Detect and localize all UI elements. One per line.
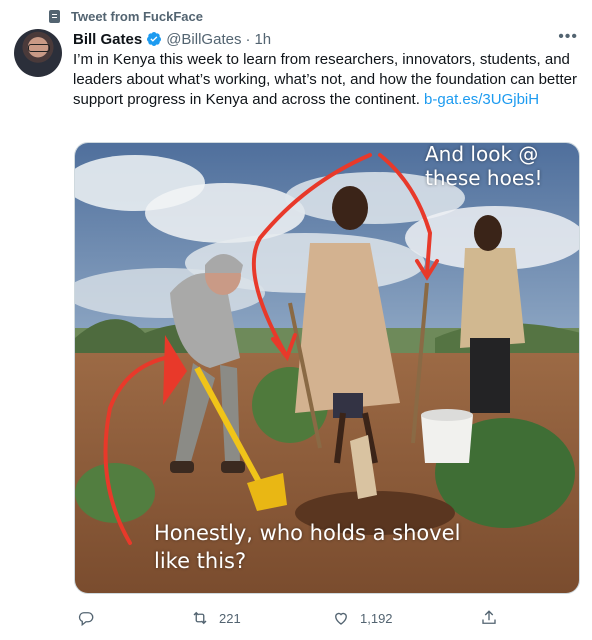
tweet-timestamp[interactable]: 1h xyxy=(254,31,271,48)
caption-top: And look @ these hoes! xyxy=(425,142,543,190)
tweet-link[interactable]: b-gat.es/3UGjbiH xyxy=(424,91,539,108)
social-context[interactable]: Tweet from FuckFace xyxy=(49,6,203,26)
share-icon xyxy=(482,610,496,624)
document-icon xyxy=(49,9,60,23)
tweet-text: I’m in Kenya this week to learn from res… xyxy=(73,50,578,110)
tweet-header: Bill Gates @BillGates · 1h ••• xyxy=(73,28,578,50)
separator-dot: · xyxy=(245,30,251,48)
social-context-label: Tweet from FuckFace xyxy=(71,8,203,24)
tweet-media[interactable]: And look @ these hoes! Honestly, who hol… xyxy=(74,142,580,594)
author-name[interactable]: Bill Gates xyxy=(73,31,142,48)
reply-button[interactable] xyxy=(77,605,105,631)
reply-icon xyxy=(78,612,94,627)
retweet-icon xyxy=(193,611,207,625)
like-button[interactable]: 1,192 xyxy=(332,605,393,631)
more-icon[interactable]: ••• xyxy=(558,28,578,46)
author-handle[interactable]: @BillGates xyxy=(166,31,241,48)
share-button[interactable] xyxy=(480,605,508,631)
like-icon xyxy=(335,612,347,625)
like-count: 1,192 xyxy=(360,610,393,626)
avatar[interactable] xyxy=(14,29,62,77)
bucket xyxy=(421,409,473,463)
caption-bottom: Honestly, who holds a shovel like this? xyxy=(154,521,461,573)
action-bar: 221 1,192 xyxy=(74,605,580,631)
retweet-count: 221 xyxy=(219,610,241,626)
retweet-button[interactable]: 221 xyxy=(191,605,241,631)
verified-badge-icon xyxy=(147,32,162,46)
